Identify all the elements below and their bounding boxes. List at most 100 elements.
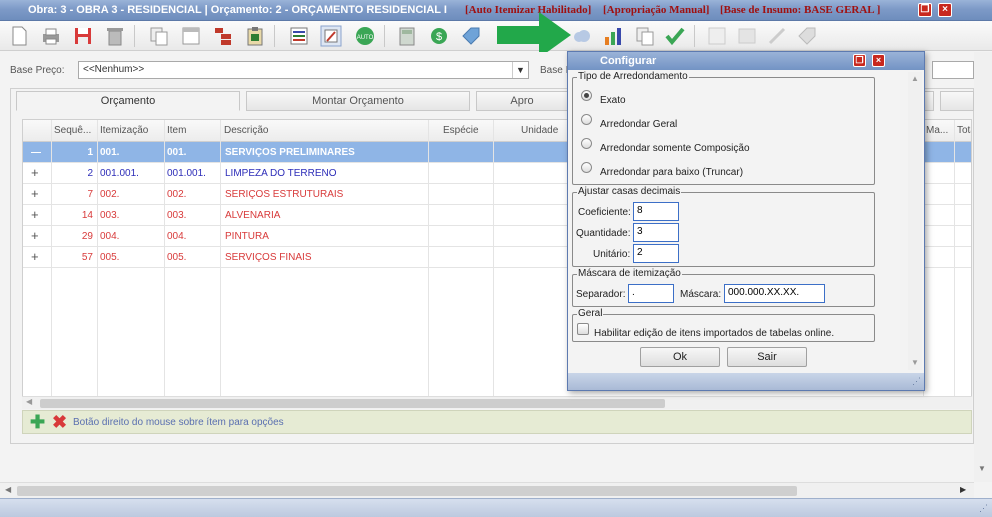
page-scroll-thumb[interactable] [17, 486, 797, 496]
hierarchy-icon[interactable] [212, 25, 234, 47]
grid-scroll-thumb[interactable] [40, 399, 665, 408]
habilitar-edicao-checkbox[interactable] [577, 323, 589, 335]
table-icon[interactable] [706, 25, 728, 47]
filter-right-input[interactable] [932, 61, 974, 79]
dialog-scrollbar[interactable]: ▲ ▼ [908, 72, 922, 370]
tab-apropriacao[interactable]: Apro [476, 91, 568, 111]
base-label-partial: Base I [540, 65, 569, 76]
casas-decimais-legend: Ajustar casas decimais [577, 186, 682, 197]
save-icon[interactable] [72, 25, 94, 47]
money-icon[interactable]: $ [428, 25, 450, 47]
cloud-icon[interactable] [570, 25, 592, 47]
trash-icon[interactable] [104, 25, 126, 47]
page-vertical-scrollbar[interactable]: ▼ [974, 52, 992, 482]
dialog-scroll-up-icon[interactable]: ▲ [911, 74, 919, 83]
check-icon[interactable] [664, 25, 686, 47]
calculator-icon[interactable] [396, 25, 418, 47]
svg-text:AUTO: AUTO [357, 35, 374, 41]
ok-button[interactable]: Ok [640, 347, 720, 367]
col-item[interactable]: Item [167, 125, 186, 136]
dialog-resize-grip-icon[interactable]: ⋰ [912, 376, 921, 387]
radio-arredondar-geral[interactable] [581, 114, 592, 125]
new-document-icon[interactable] [8, 25, 30, 47]
printer-icon[interactable] [40, 25, 62, 47]
close-button[interactable]: × [938, 3, 952, 17]
col-descricao[interactable]: Descrição [224, 125, 268, 136]
separador-input[interactable]: . [628, 284, 674, 303]
expand-toggle[interactable]: — [31, 147, 41, 158]
sair-button[interactable]: Sair [727, 347, 807, 367]
cell-item: 004. [167, 231, 187, 242]
grid-col-line [493, 120, 494, 408]
dialog-title: Configurar [600, 55, 657, 67]
grid-col-line [428, 120, 429, 408]
mascara-input[interactable]: 000.000.XX.XX. [724, 284, 825, 303]
dialog-restore-button[interactable]: ❐ [853, 54, 866, 67]
base-preco-value: <<Nenhum>> [83, 64, 145, 75]
cell-itemizacao: 001.001. [100, 168, 139, 179]
grid-col-line [220, 120, 221, 408]
resize-grip-icon[interactable]: ⋰ [979, 503, 988, 514]
cell-seq: 57 [81, 252, 93, 263]
tab-hidden-2[interactable] [940, 91, 974, 111]
cell-item: 001.001. [167, 168, 206, 179]
expand-toggle[interactable]: + [31, 165, 39, 180]
radio-exato[interactable] [581, 90, 592, 101]
book-icon[interactable] [736, 25, 758, 47]
base-preco-select[interactable]: <<Nenhum>> ▼ [78, 61, 529, 79]
scroll-down-icon[interactable]: ▼ [978, 464, 986, 473]
context-hint: Botão direito do mouse sobre ítem para o… [73, 417, 284, 428]
page-horizontal-scrollbar[interactable]: ◀ ▶ [0, 482, 974, 498]
expand-toggle[interactable]: + [31, 186, 39, 201]
dialog-titlebar[interactable]: Configurar ❐ × [568, 52, 924, 70]
add-icon[interactable]: ✚ [30, 412, 45, 432]
radio-arredondar-composicao[interactable] [581, 138, 592, 149]
col-sequencia[interactable]: Sequê... [54, 125, 91, 136]
delete-icon[interactable]: ✖ [52, 412, 67, 432]
tools-icon[interactable] [766, 25, 788, 47]
quantidade-input[interactable]: 3 [633, 223, 679, 242]
cell-seq: 29 [81, 231, 93, 242]
scroll-left-icon[interactable]: ◀ [26, 397, 32, 406]
col-especie[interactable]: Espécie [443, 125, 479, 136]
col-itemizacao[interactable]: Itemização [100, 125, 148, 136]
status-bar: ⋰ [0, 498, 992, 517]
page-scroll-right-icon[interactable]: ▶ [960, 485, 966, 494]
cell-item: 002. [167, 189, 187, 200]
restore-button[interactable]: ❐ [918, 3, 932, 17]
cell-itemizacao: 002. [100, 189, 120, 200]
tag-icon[interactable] [460, 25, 482, 47]
bar-chart-icon[interactable] [602, 25, 624, 47]
expand-toggle[interactable]: + [31, 228, 39, 243]
mascara-group: Máscara de itemização Separador: . Másca… [572, 268, 875, 307]
page-scroll-left-icon[interactable]: ◀ [5, 485, 11, 494]
tab-montar-orcamento[interactable]: Montar Orçamento [246, 91, 470, 111]
col-total[interactable]: Tota [957, 125, 971, 136]
expand-toggle[interactable]: + [31, 207, 39, 222]
coeficiente-input[interactable]: 8 [633, 202, 679, 221]
grid-horizontal-scrollbar[interactable]: ◀ [22, 396, 972, 409]
window-icon[interactable] [180, 25, 202, 47]
casas-decimais-group: Ajustar casas decimais Coeficiente: 8 Qu… [572, 186, 875, 267]
chevron-down-icon[interactable]: ▼ [512, 62, 528, 78]
dialog-scroll-down-icon[interactable]: ▼ [911, 358, 919, 367]
list-icon[interactable] [288, 25, 310, 47]
configurar-dialog: Configurar ❐ × ▲ ▼ Tipo de Arredondament… [567, 51, 925, 391]
col-unidade[interactable]: Unidade [521, 125, 558, 136]
auto-icon[interactable]: AUTO [354, 25, 376, 47]
tab-orcamento[interactable]: Orçamento [16, 91, 240, 111]
arredondamento-legend: Tipo de Arredondamento [577, 71, 689, 82]
cell-item: 005. [167, 252, 187, 263]
cell-descricao: SERVIÇOS PRELIMINARES [225, 147, 355, 158]
tag-gray-icon[interactable] [796, 25, 818, 47]
expand-toggle[interactable]: + [31, 249, 39, 264]
duplicate-icon[interactable] [634, 25, 656, 47]
copy-icon[interactable] [148, 25, 170, 47]
unitario-input[interactable]: 2 [633, 244, 679, 263]
col-ma[interactable]: Ma... [926, 125, 948, 136]
clipboard-icon[interactable] [244, 25, 266, 47]
dialog-close-button[interactable]: × [872, 54, 885, 67]
cell-descricao: LIMPEZA DO TERRENO [225, 168, 337, 179]
radio-truncar[interactable] [581, 162, 592, 173]
edit-list-icon[interactable] [320, 25, 342, 47]
